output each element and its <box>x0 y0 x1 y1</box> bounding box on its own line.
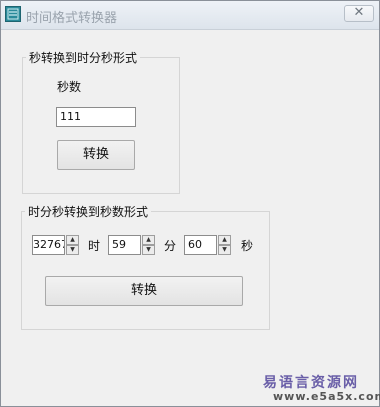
seconds-up-arrow-icon[interactable]: ▲ <box>218 235 231 245</box>
seconds-unit-label: 秒 <box>241 239 254 253</box>
seconds-down-arrow-icon[interactable]: ▼ <box>218 245 231 255</box>
window-title: 时间格式转换器 <box>26 11 118 26</box>
convert-to-seconds-label: 转换 <box>130 283 157 298</box>
hours-up-arrow-icon[interactable]: ▲ <box>66 235 79 245</box>
hours-down-arrow-icon[interactable]: ▼ <box>66 245 79 255</box>
close-button[interactable]: ✕ <box>344 5 374 22</box>
watermark-url: www.e5a5x.com <box>273 390 380 403</box>
hours-spinner[interactable]: ▲ ▼ <box>66 235 79 255</box>
hours-label: 时 <box>88 239 101 253</box>
seconds-spinner[interactable]: ▲ ▼ <box>218 235 231 255</box>
title-bar: 时间格式转换器 ✕ <box>1 1 379 30</box>
close-icon: ✕ <box>353 5 365 20</box>
watermark-text: 易语言资源网 <box>263 375 359 391</box>
minutes-label: 分 <box>164 239 177 253</box>
minutes-spinner[interactable]: ▲ ▼ <box>142 235 155 255</box>
minutes-up-arrow-icon[interactable]: ▲ <box>142 235 155 245</box>
hms-to-seconds-legend: 时分秒转换到秒数形式 <box>25 203 152 220</box>
seconds-hms-input[interactable]: 60 <box>184 235 217 255</box>
hms-to-seconds-group <box>21 211 270 330</box>
convert-to-seconds-button[interactable]: 转换 <box>45 276 243 306</box>
convert-to-hms-label: 转换 <box>82 147 109 162</box>
seconds-label: 秒数 <box>57 80 82 94</box>
app-window: 时间格式转换器 ✕ 秒转换到时分秒形式 秒数 111 转换 时分秒转换到秒数形式… <box>0 0 380 407</box>
seconds-input[interactable]: 111 <box>56 107 136 127</box>
seconds-to-hms-legend: 秒转换到时分秒形式 <box>26 49 141 66</box>
convert-to-hms-button[interactable]: 转换 <box>57 140 135 170</box>
minutes-input[interactable]: 59 <box>108 235 141 255</box>
minutes-down-arrow-icon[interactable]: ▼ <box>142 245 155 255</box>
app-icon <box>5 6 21 22</box>
hours-input[interactable]: 32767 <box>32 235 65 255</box>
